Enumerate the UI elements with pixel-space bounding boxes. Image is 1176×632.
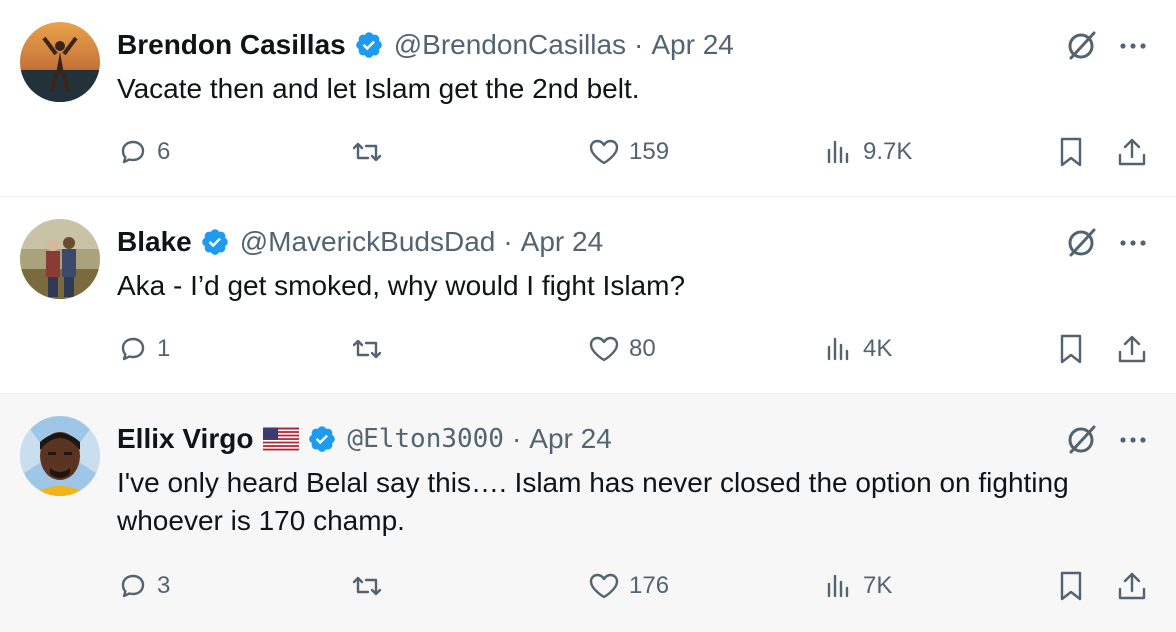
display-name[interactable]: Brendon Casillas — [117, 29, 346, 61]
reply-icon — [121, 574, 145, 598]
retweet-icon — [352, 339, 382, 359]
more-icon[interactable] — [1118, 428, 1148, 452]
like-count: 176 — [629, 572, 670, 599]
tweet-actions: 3 176 7K — [117, 566, 1157, 606]
retweet-button[interactable] — [349, 132, 385, 172]
retweet-button[interactable] — [349, 566, 385, 606]
more-icon[interactable] — [1118, 34, 1148, 58]
views-count: 4K — [863, 335, 893, 362]
verified-badge-icon — [309, 426, 336, 452]
reply-icon — [121, 337, 145, 361]
retweet-icon — [352, 576, 382, 596]
tweet-actions: 1 80 4K — [117, 329, 1157, 369]
user-handle[interactable]: @BrendonCasillas — [394, 29, 626, 61]
more-icon[interactable] — [1118, 231, 1148, 255]
like-icon — [589, 336, 619, 362]
like-count: 159 — [629, 138, 670, 165]
tweet[interactable]: Ellix Virgo @Elton3000 · Apr 24 I've onl… — [0, 394, 1176, 632]
separator: · — [511, 423, 522, 454]
share-button[interactable] — [1115, 329, 1149, 369]
views-count: 9.7K — [863, 138, 913, 165]
separator: · — [503, 226, 513, 257]
bookmark-icon — [1060, 571, 1082, 601]
reply-icon — [121, 140, 145, 164]
like-button[interactable]: 159 — [587, 132, 669, 172]
timestamp[interactable]: Apr 24 — [651, 29, 734, 61]
views-icon — [827, 140, 849, 164]
tweet-header: Blake @MaverickBudsDad · Apr 24 — [117, 224, 603, 260]
avatar[interactable] — [20, 22, 100, 102]
reply-count: 1 — [157, 335, 171, 362]
share-icon — [1118, 335, 1146, 363]
grok-icon[interactable] — [1064, 28, 1098, 62]
share-button[interactable] — [1115, 132, 1149, 172]
tweet-header: Ellix Virgo @Elton3000 · Apr 24 — [117, 421, 612, 457]
tweet-header: Brendon Casillas @BrendonCasillas · Apr … — [117, 27, 734, 63]
like-icon — [589, 139, 619, 165]
bookmark-button[interactable] — [1055, 329, 1087, 369]
grok-icon[interactable] — [1064, 422, 1098, 456]
views-icon — [827, 574, 849, 598]
bookmark-button[interactable] — [1055, 132, 1087, 172]
us-flag-icon — [263, 427, 300, 451]
tweet-text: Vacate then and let Islam get the 2nd be… — [117, 73, 640, 104]
display-name[interactable]: Blake — [117, 226, 192, 258]
tweet-text: I've only heard Belal say this…. Islam h… — [117, 467, 1069, 536]
reply-count: 3 — [157, 572, 171, 599]
reply-count: 6 — [157, 138, 171, 165]
tweet-text: Aka - I’d get smoked, why would I fight … — [117, 270, 686, 301]
retweet-button[interactable] — [349, 329, 385, 369]
views-button[interactable]: 7K — [823, 566, 892, 606]
like-button[interactable]: 176 — [587, 566, 669, 606]
views-button[interactable]: 4K — [823, 329, 892, 369]
user-handle[interactable]: @Elton3000 — [347, 424, 504, 454]
share-icon — [1118, 572, 1146, 600]
bookmark-button[interactable] — [1055, 566, 1087, 606]
reply-button[interactable]: 1 — [117, 329, 170, 369]
avatar[interactable] — [20, 219, 100, 299]
share-button[interactable] — [1115, 566, 1149, 606]
bookmark-icon — [1060, 137, 1082, 167]
timestamp[interactable]: Apr 24 — [529, 423, 612, 455]
user-handle[interactable]: @MaverickBudsDad — [240, 226, 496, 258]
reply-button[interactable]: 6 — [117, 132, 170, 172]
bookmark-icon — [1060, 334, 1082, 364]
like-count: 80 — [629, 335, 656, 362]
retweet-icon — [352, 142, 382, 162]
avatar[interactable] — [20, 416, 100, 496]
like-button[interactable]: 80 — [587, 329, 656, 369]
views-button[interactable]: 9.7K — [823, 132, 912, 172]
verified-badge-icon — [355, 32, 382, 58]
verified-badge-icon — [201, 229, 228, 255]
separator: · — [634, 29, 644, 60]
timestamp[interactable]: Apr 24 — [521, 226, 604, 258]
views-count: 7K — [863, 572, 893, 599]
display-name[interactable]: Ellix Virgo — [117, 423, 253, 455]
tweet[interactable]: Blake @MaverickBudsDad · Apr 24 Aka - I’… — [0, 197, 1176, 394]
reply-button[interactable]: 3 — [117, 566, 170, 606]
tweet-actions: 6 159 9.7K — [117, 132, 1157, 172]
tweet[interactable]: Brendon Casillas @BrendonCasillas · Apr … — [0, 0, 1176, 197]
like-icon — [589, 573, 619, 599]
share-icon — [1118, 138, 1146, 166]
grok-icon[interactable] — [1064, 225, 1098, 259]
views-icon — [827, 337, 849, 361]
